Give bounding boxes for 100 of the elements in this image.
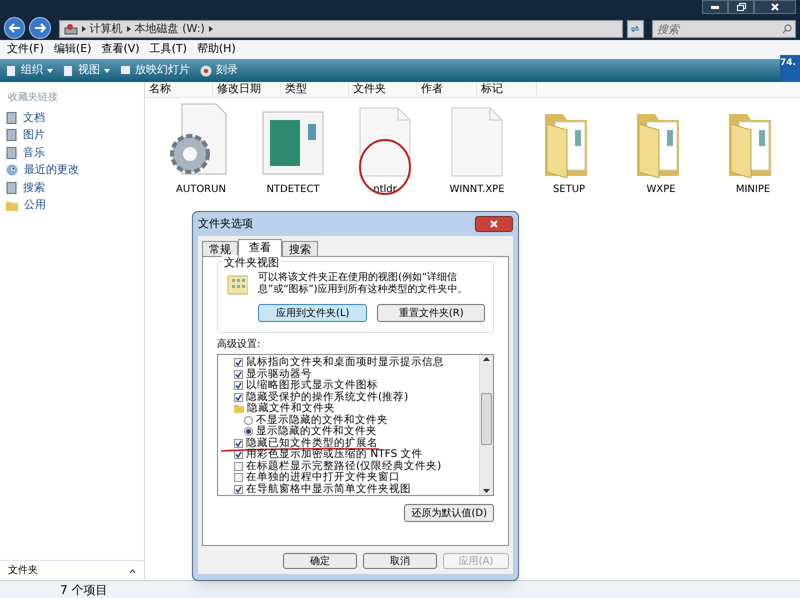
restore-button[interactable] [728,0,754,14]
checkbox[interactable] [234,484,243,494]
setting-label: 显示驱动器号 [246,368,312,380]
column-header[interactable]: 文件夹 [349,82,417,97]
file-item[interactable]: AUTORUN [155,100,247,197]
menu-item[interactable]: 查看(V) [100,41,141,58]
reset-button[interactable]: 重置文件夹(R) [377,304,485,322]
toolbar-button[interactable]: 组织 [6,62,53,79]
close-button[interactable] [754,0,796,14]
file-item[interactable]: ntldr [339,100,431,197]
menu-item[interactable]: 帮助(H) [196,41,237,58]
radio-button[interactable] [244,416,253,425]
document-icon [6,182,17,194]
toolbar-button[interactable]: 视图 [63,62,110,79]
restore-icon [736,3,746,11]
tab[interactable]: 常规 [202,241,238,256]
document-icon [6,64,17,76]
refresh-button[interactable] [626,20,644,38]
folder-icon [6,200,18,211]
breadcrumb[interactable]: 计算机 [90,20,123,38]
disc-icon [200,64,212,76]
blank-document-icon [358,106,412,178]
document-icon [6,129,17,142]
forward-button[interactable] [29,17,51,39]
file-item[interactable]: MINIPE [707,100,799,197]
document-icon [6,112,17,124]
file-item[interactable]: WXPE [615,100,707,197]
checkbox[interactable] [234,473,243,482]
column-header[interactable]: 修改日期 [213,82,281,97]
item-count: 7 个项目 [60,582,108,598]
tab[interactable]: 查看 [238,239,282,257]
dialog-button[interactable]: 取消 [363,553,437,569]
setting-label: 隐藏受保护的操作系统文件(推荐) [246,392,408,402]
setting-label: 隐藏文件和文件夹 [247,403,335,414]
setting-label: 隐藏已知文件类型的扩展名 [246,438,378,448]
forward-arrow-icon [34,23,46,33]
restore-defaults-button[interactable]: 还原为默认值(D) [404,504,494,522]
minimize-icon [711,6,719,8]
file-item[interactable]: WINNT.XPE [431,100,523,197]
clock-icon [6,164,18,176]
radio-button[interactable] [244,427,253,436]
breadcrumb[interactable]: 本地磁盘 (W:) [134,20,205,38]
back-arrow-icon [8,23,21,33]
sidebar-item[interactable]: 最近的更改 [0,162,144,179]
dialog-title: 文件夹选项 [198,216,253,232]
tab[interactable]: 搜索 [282,241,318,256]
file-item[interactable]: NTDETECT [247,100,339,197]
checkbox[interactable] [234,381,243,390]
checkmark-icon [235,486,242,493]
minimize-button[interactable] [702,0,728,14]
folder-views-description: 可以将该文件夹正在使用的视图(例如“详细信息”或“图标”)应用到所有这种类型的文件夹中。 [258,272,469,296]
menu-item[interactable]: 文件(F) [6,41,45,58]
search-icon [782,24,792,34]
folders-label: 文件夹 [8,564,38,578]
setting-label: 显示隐藏的文件和文件夹 [256,426,377,437]
file-item[interactable]: SETUP [523,100,615,197]
sidebar-heading: 收藏夹链接 [7,90,59,105]
document-icon [6,146,17,159]
checkbox[interactable] [234,370,243,379]
search-field[interactable]: 搜索 [652,20,796,38]
menu-item[interactable]: 工具(T) [148,41,188,58]
radio-dot-icon [246,429,251,434]
setting-label: 在导航窗格中显示简单文件夹视图 [246,484,411,495]
sidebar-item[interactable]: 公用 [0,196,144,214]
address-bar[interactable]: 计算机 本地磁盘 (W:) [58,20,622,38]
checkbox[interactable] [234,392,243,402]
sidebar-item[interactable]: 搜索 [0,179,144,196]
column-header[interactable]: 名称 [145,82,213,97]
column-header[interactable]: 标记 [477,82,537,97]
close-button[interactable] [475,216,513,232]
scroll-up-icon [483,357,490,361]
checkbox[interactable] [234,358,243,368]
document-icon [63,64,74,76]
breadcrumb-arrow-icon[interactable] [208,26,213,32]
dialog-button[interactable]: 确定 [283,553,357,569]
caret-icon [104,68,110,72]
setting-label: 在单独的进程中打开文件夹窗口 [246,472,400,483]
advanced-settings-label: 高级设置: [217,338,262,352]
screen-icon [120,65,131,76]
column-header[interactable]: 作者 [417,82,477,97]
sidebar-item[interactable]: 音乐 [0,144,144,162]
folder-icon [234,404,244,414]
breadcrumb-arrow-icon[interactable] [126,26,131,32]
sidebar-item[interactable]: 图片 [0,126,144,144]
toolbar-button[interactable]: 刻录 [200,62,238,79]
sidebar-item[interactable]: 文档 [0,109,144,126]
breadcrumb-arrow-icon[interactable] [82,26,86,32]
scrollbar-thumb[interactable] [481,393,492,445]
checkbox[interactable] [234,462,243,471]
scrollbar[interactable] [479,355,493,495]
column-header[interactable]: 类型 [281,82,349,97]
apply-button[interactable]: 应用到文件夹(L) [258,304,368,322]
close-icon [771,3,779,11]
setting-label: 用彩色显示加密或压缩的 NTFS 文件 [246,449,422,460]
setting-label: 不显示隐藏的文件和文件夹 [256,414,388,426]
caret-icon [129,568,136,572]
back-button[interactable] [4,17,26,39]
toolbar-button[interactable]: 放映幻灯片 [120,62,190,79]
checkbox[interactable] [234,438,243,448]
menu-item[interactable]: 编辑(E) [52,41,92,58]
